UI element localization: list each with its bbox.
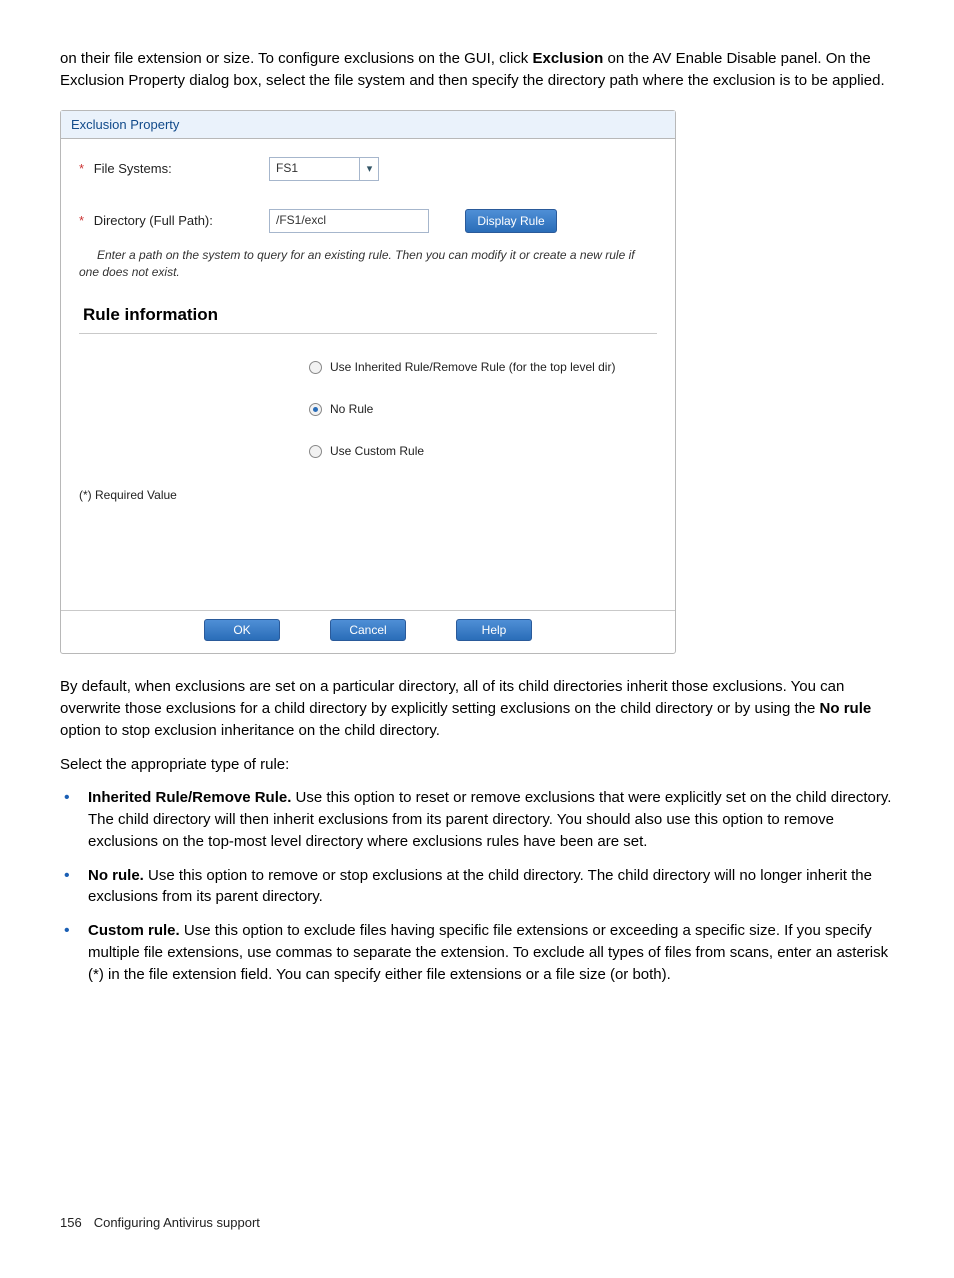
file-systems-label: File Systems:	[94, 161, 172, 176]
required-asterisk: *	[79, 161, 84, 176]
file-systems-row: * File Systems: FS1 ▾	[79, 157, 657, 181]
radio-inherited[interactable]	[309, 361, 322, 374]
radio-norule[interactable]	[309, 403, 322, 416]
radio-norule-label: No Rule	[330, 402, 373, 416]
dialog-footer: OK Cancel Help	[61, 610, 675, 653]
intro-text-before: on their file extension or size. To conf…	[60, 50, 532, 67]
page-footer: 156 Configuring Antivirus support	[60, 1215, 894, 1230]
inheritance-paragraph: By default, when exclusions are set on a…	[60, 676, 894, 741]
ok-button[interactable]: OK	[204, 619, 280, 641]
radio-custom-label: Use Custom Rule	[330, 444, 424, 458]
directory-input[interactable]: /FS1/excl	[269, 209, 429, 233]
select-prompt: Select the appropriate type of rule:	[60, 754, 894, 776]
radio-norule-row[interactable]: No Rule	[309, 402, 657, 416]
required-value-note: (*) Required Value	[79, 488, 657, 502]
rule-information-header: Rule information	[83, 305, 657, 325]
exclusion-property-dialog: Exclusion Property * File Systems: FS1 ▾…	[60, 110, 676, 655]
radio-inherited-label: Use Inherited Rule/Remove Rule (for the …	[330, 360, 615, 374]
radio-custom[interactable]	[309, 445, 322, 458]
chapter-title: Configuring Antivirus support	[94, 1215, 260, 1230]
help-button[interactable]: Help	[456, 619, 532, 641]
intro-bold: Exclusion	[532, 50, 603, 67]
intro-paragraph: on their file extension or size. To conf…	[60, 48, 894, 92]
chevron-down-icon[interactable]: ▾	[359, 157, 379, 181]
bullet-icon: •	[60, 787, 88, 809]
radio-inherited-row[interactable]: Use Inherited Rule/Remove Rule (for the …	[309, 360, 657, 374]
list-item: • No rule. Use this option to remove or …	[60, 865, 894, 909]
dialog-title: Exclusion Property	[61, 111, 675, 139]
bullet-icon: •	[60, 865, 88, 887]
page-number: 156	[60, 1215, 82, 1230]
bullet-icon: •	[60, 920, 88, 942]
required-asterisk: *	[79, 213, 84, 228]
divider	[79, 333, 657, 334]
display-rule-button[interactable]: Display Rule	[465, 209, 557, 233]
radio-custom-row[interactable]: Use Custom Rule	[309, 444, 657, 458]
cancel-button[interactable]: Cancel	[330, 619, 406, 641]
list-item: • Inherited Rule/Remove Rule. Use this o…	[60, 787, 894, 852]
list-item: • Custom rule. Use this option to exclud…	[60, 920, 894, 985]
directory-label: Directory (Full Path):	[94, 213, 213, 228]
directory-row: * Directory (Full Path): /FS1/excl Displ…	[79, 209, 657, 233]
help-text: Enter a path on the system to query for …	[97, 247, 639, 282]
rules-list: • Inherited Rule/Remove Rule. Use this o…	[60, 787, 894, 985]
